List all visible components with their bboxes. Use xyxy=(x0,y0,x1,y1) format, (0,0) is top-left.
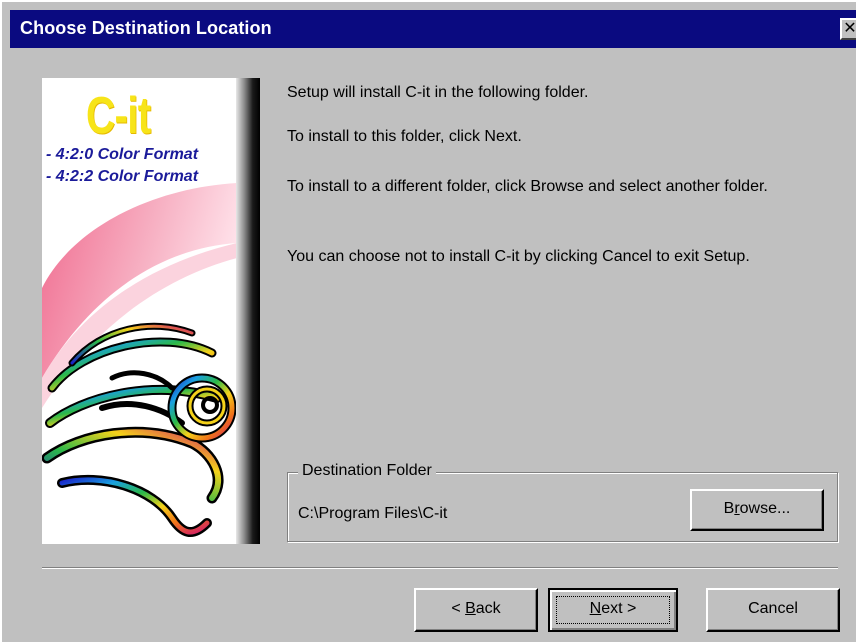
destination-folder-group: Destination Folder C:\Program Files\C-it… xyxy=(287,462,838,542)
setup-dialog: Choose Destination Location ✕ C-it - 4:2… xyxy=(0,0,856,642)
feature-422: - 4:2:2 Color Format xyxy=(46,168,199,185)
destination-folder-label: Destination Folder xyxy=(298,462,436,480)
next-button[interactable]: Next > xyxy=(548,588,678,632)
button-separator xyxy=(42,567,838,569)
back-button[interactable]: < Back xyxy=(414,588,538,632)
cancel-button[interactable]: Cancel xyxy=(706,588,840,632)
browse-label-suffix: owse... xyxy=(739,500,791,517)
cancel-label: Cancel xyxy=(748,600,798,617)
next-label-mnemonic: N xyxy=(589,600,602,617)
close-icon: ✕ xyxy=(843,20,856,37)
product-logo: C-it xyxy=(86,87,151,145)
browse-label-prefix: B xyxy=(723,500,735,517)
back-label-suffix: ack xyxy=(475,600,501,617)
close-button[interactable]: ✕ xyxy=(840,18,856,40)
projector-illustration xyxy=(42,322,237,537)
feature-420: - 4:2:0 Color Format xyxy=(46,146,199,163)
title-bar[interactable]: Choose Destination Location ✕ xyxy=(10,10,856,48)
destination-path: C:\Program Files\C-it xyxy=(298,505,448,522)
back-label: < Back xyxy=(451,590,500,628)
window-title: Choose Destination Location xyxy=(20,18,272,38)
browse-button[interactable]: Browse... xyxy=(690,489,824,531)
banner-gradient-strip xyxy=(236,78,260,544)
browse-label: Browse... xyxy=(724,491,791,527)
back-label-prefix: < xyxy=(451,600,466,617)
cancel-instruction: You can choose not to install C-it by cl… xyxy=(287,248,750,265)
next-instruction: To install to this folder, click Next. xyxy=(287,128,522,145)
next-label-suffix: ext > xyxy=(601,600,637,617)
intro-text: Setup will install C-it in the following… xyxy=(287,84,589,101)
browse-instruction: To install to a different folder, click … xyxy=(287,178,768,195)
product-banner: C-it - 4:2:0 Color Format - 4:2:2 Color … xyxy=(42,78,260,544)
next-label: Next > xyxy=(590,590,637,628)
back-label-mnemonic: B xyxy=(465,600,476,617)
